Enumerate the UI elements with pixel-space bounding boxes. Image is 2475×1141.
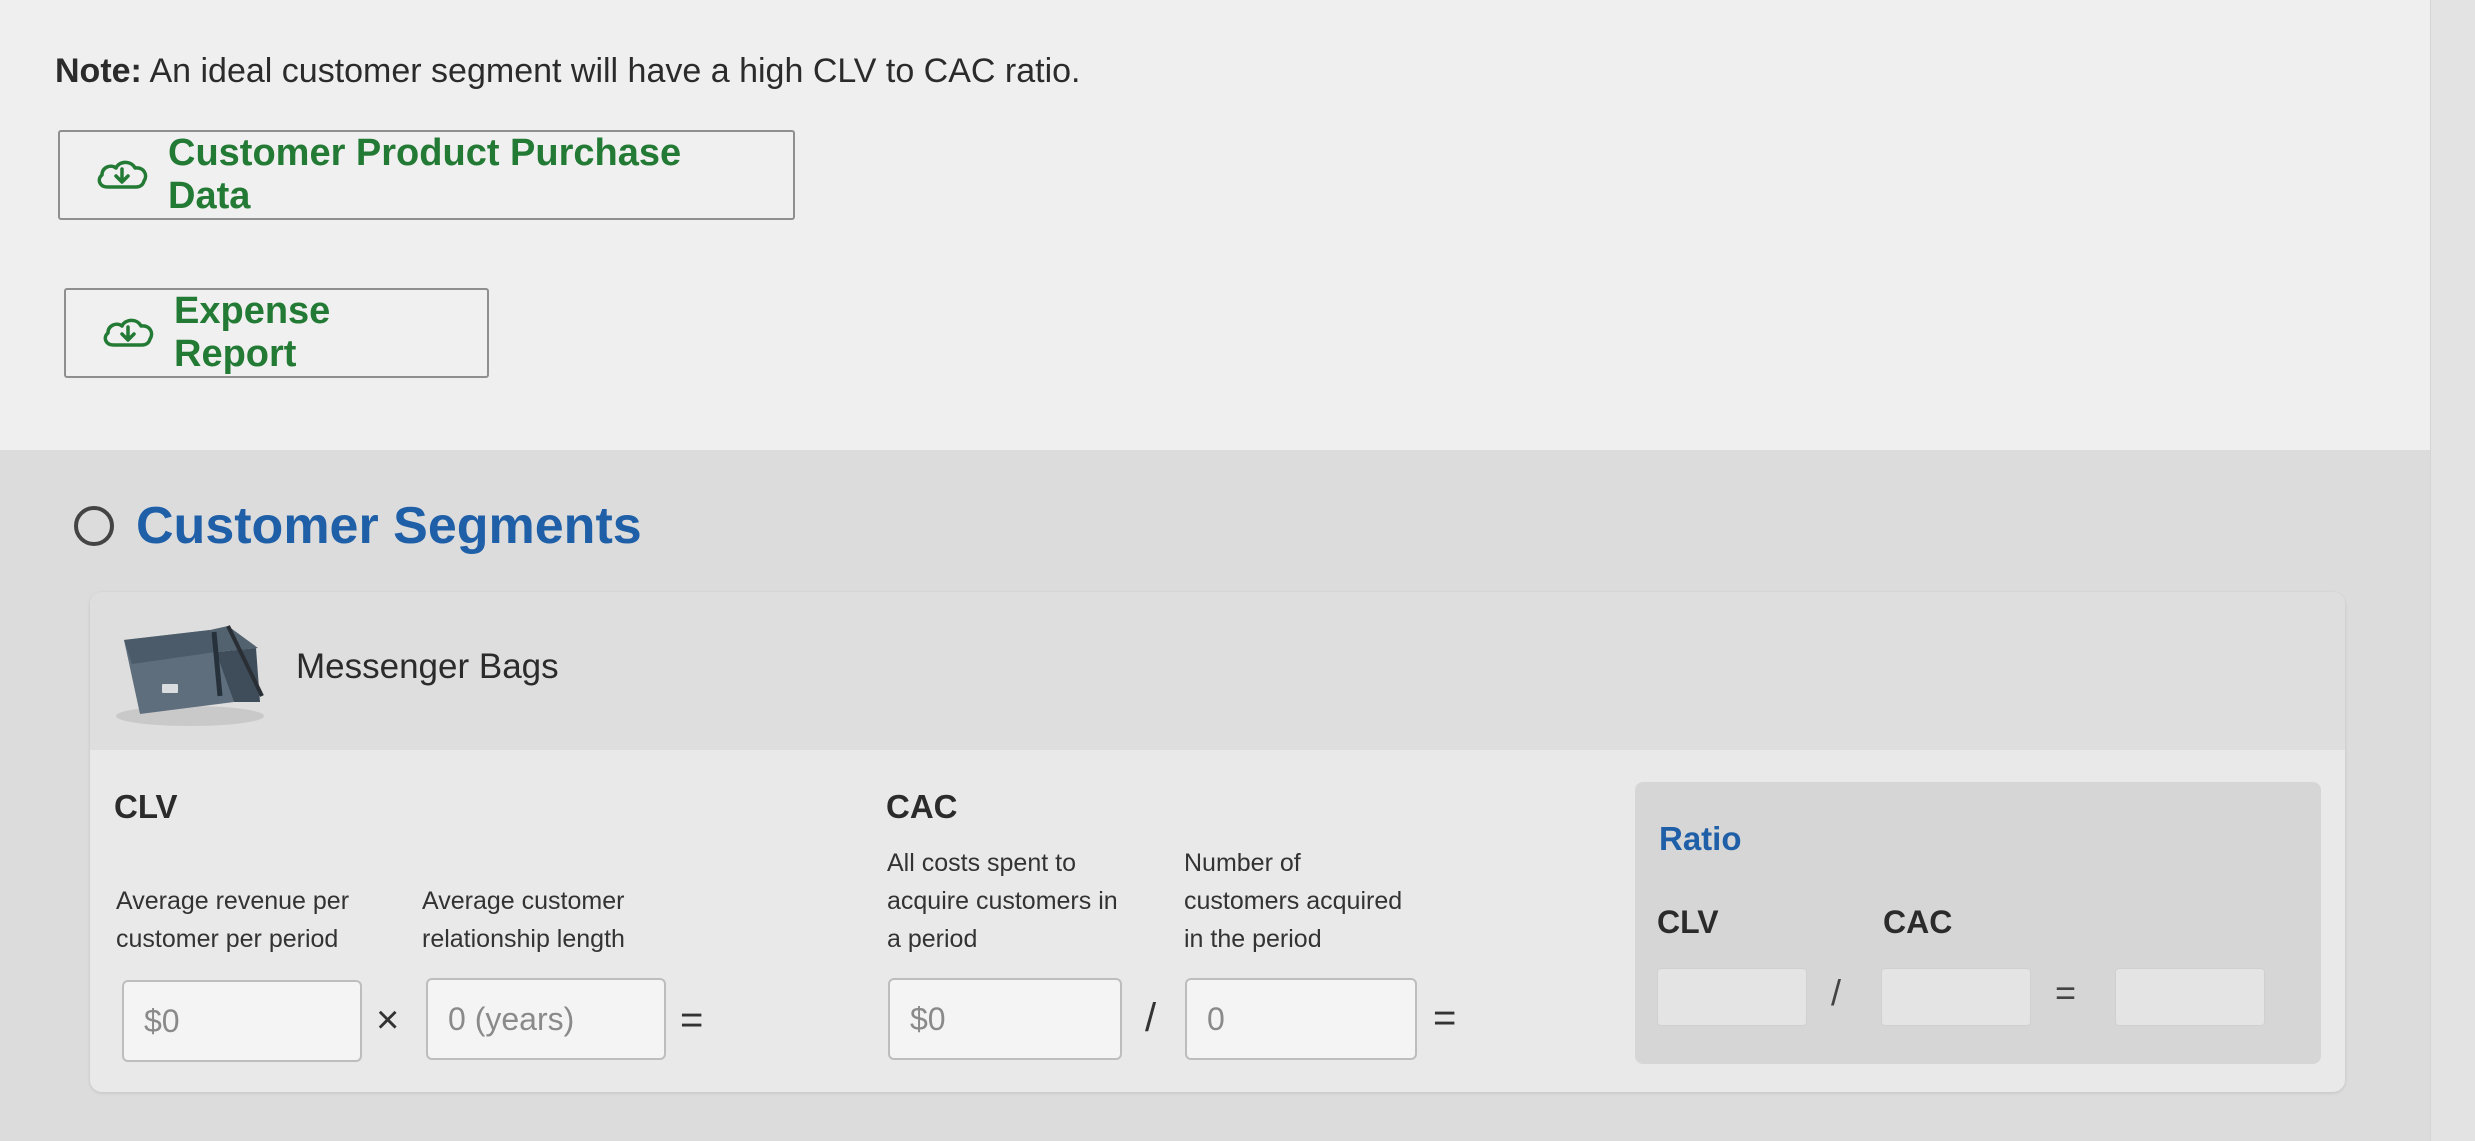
- scrollbar[interactable]: [2430, 0, 2475, 1141]
- note-label: Note:: [55, 52, 142, 90]
- ratio-heading: Ratio: [1659, 820, 1742, 857]
- ratio-cac-label: CAC: [1883, 904, 1953, 940]
- acquisition-costs-input[interactable]: [888, 978, 1122, 1060]
- ratio-panel: Ratio CLV CAC / =: [1635, 782, 2321, 1064]
- relationship-length-label: Average customer relationship length: [422, 882, 625, 958]
- avg-revenue-label: Average revenue per customer per period: [116, 882, 349, 958]
- relationship-length-label-line: relationship length: [422, 925, 625, 953]
- avg-revenue-label-line: customer per period: [116, 925, 339, 953]
- messenger-bag-image: [116, 625, 264, 726]
- avg-revenue-label-line: Average revenue per: [116, 887, 350, 915]
- cloud-download-icon: [100, 313, 156, 353]
- ratio-equals-sign: =: [2055, 972, 2077, 1013]
- ratio-clv-value: [1657, 968, 1807, 1026]
- cac-equals-sign: =: [1433, 996, 1457, 1040]
- segment-card-header: Messenger Bags: [90, 592, 2345, 750]
- ratio-clv-label: CLV: [1657, 904, 1719, 940]
- multiply-sign: ×: [376, 998, 400, 1042]
- cac-heading: CAC: [886, 788, 958, 825]
- acquisition-costs-label-line: acquire customers in: [887, 887, 1118, 915]
- acquisition-costs-label-line: All costs spent to: [887, 849, 1076, 877]
- expense-report-label: Expense Report: [174, 290, 331, 375]
- customer-purchase-data-label: Customer Product Purchase Data: [168, 132, 682, 217]
- acquisition-costs-label: All costs spent to acquire customers in …: [887, 844, 1118, 958]
- customers-acquired-label: Number of customers acquired in the peri…: [1184, 844, 1402, 958]
- customer-segments-option[interactable]: Customer Segments: [74, 496, 642, 556]
- segments-title: Customer Segments: [136, 497, 642, 555]
- customers-acquired-label-line: customers acquired: [1184, 887, 1403, 915]
- segment-card: Messenger Bags CLV Average revenue per c…: [90, 592, 2345, 1092]
- ratio-divide-sign: /: [1831, 972, 1842, 1013]
- product-name: Messenger Bags: [296, 647, 559, 686]
- note-body: An ideal customer segment will have a hi…: [149, 52, 1081, 90]
- relationship-length-label-line: Average customer: [422, 887, 625, 915]
- ratio-cac-value: [1881, 968, 2031, 1026]
- clv-equals-sign: =: [680, 998, 704, 1042]
- expense-report-button[interactable]: Expense Report: [64, 288, 489, 378]
- segment-radio[interactable]: [74, 506, 114, 546]
- ratio-result-value: [2115, 968, 2265, 1026]
- acquisition-costs-label-line: a period: [887, 925, 978, 953]
- note-text: Note: An ideal customer segment will hav…: [55, 52, 1081, 91]
- customer-purchase-data-button[interactable]: Customer Product Purchase Data: [58, 130, 795, 220]
- clv-heading: CLV: [114, 788, 178, 825]
- customers-acquired-label-line: in the period: [1184, 925, 1322, 953]
- avg-revenue-input[interactable]: [122, 980, 362, 1062]
- customers-acquired-label-line: Number of: [1184, 849, 1301, 877]
- customers-acquired-input[interactable]: [1185, 978, 1417, 1060]
- cloud-download-icon: [94, 155, 150, 195]
- cac-divide-sign: /: [1145, 996, 1157, 1040]
- relationship-length-input[interactable]: [426, 978, 666, 1060]
